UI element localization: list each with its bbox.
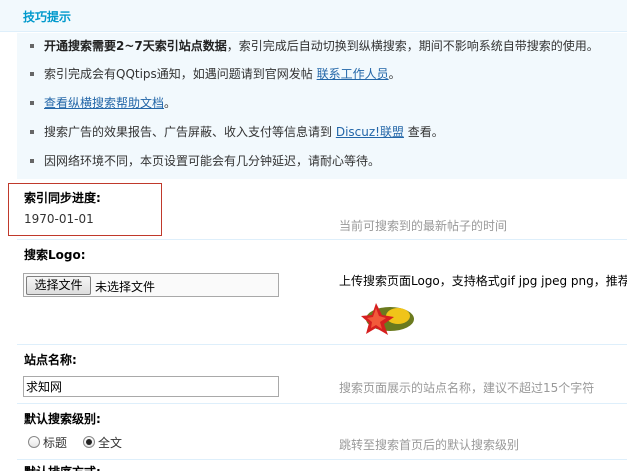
file-status: 未选择文件 [95,280,156,294]
radio-title-label[interactable]: 标题 [43,434,67,451]
tips-list: 开通搜索需要2~7天索引站点数据，索引完成后自动切换到纵横搜索，期间不影响系统自… [17,33,627,179]
row-divider [17,459,627,460]
row-divider [17,344,627,345]
help-docs-link[interactable]: 查看纵横搜索帮助文档 [44,96,164,110]
default-sort-label: 默认排序方式: [24,463,101,471]
site-name-hint: 搜索页面展示的站点名称，建议不超过15个字符 [339,381,595,395]
tip-text: 因网络环境不同，本页设置可能会有几分钟延迟，请耐心等待。 [44,154,381,168]
row-divider [17,239,627,240]
bullet-icon [30,101,34,105]
bullet-icon [30,130,34,134]
tip-text: 。 [388,67,401,81]
bullet-icon [30,44,34,48]
contact-staff-link[interactable]: 联系工作人员 [317,67,389,81]
index-progress-hint: 当前可搜索到的最新帖子的时间 [339,219,508,233]
tip-text: 索引完成会有QQtips通知，如遇问题请到官网发帖 [44,67,317,81]
radio-fulltext[interactable] [83,436,95,448]
tip-text: 搜索广告的效果报告、广告屏蔽、收入支付等信息请到 [44,125,336,139]
default-level-hint: 跳转至搜索首页后的默认搜索级别 [339,438,520,452]
search-logo-label: 搜索Logo: [24,248,86,262]
tip-text: 查看。 [403,125,444,139]
tip-bold-text: 开通搜索需要2~7天索引站点数据 [44,39,227,53]
choose-file-button[interactable]: 选择文件 [26,276,91,295]
site-name-input[interactable] [23,376,279,397]
row-divider [17,403,627,404]
radio-title[interactable] [28,436,40,448]
site-name-label: 站点名称: [24,353,77,367]
logo-file-input[interactable]: 选择文件 未选择文件 [23,273,279,297]
bullet-icon [30,159,34,163]
tips-title: 技巧提示 [23,10,72,24]
default-level-label: 默认搜索级别: [24,412,101,426]
discuz-union-link[interactable]: Discuz!联盟 [336,125,404,139]
tip-text: 。 [164,96,177,110]
search-logo-hint: 上传搜索页面Logo，支持格式gif jpg jpeg png，推荐 [339,274,627,288]
tips-header: 技巧提示 [0,0,627,32]
highlight-box [8,183,162,236]
tip-text: ，索引完成后自动切换到纵横搜索，期间不影响系统自带搜索的使用。 [226,39,599,53]
radio-fulltext-label[interactable]: 全文 [98,434,122,451]
logo-preview-image [361,303,414,335]
bullet-icon [30,72,34,76]
